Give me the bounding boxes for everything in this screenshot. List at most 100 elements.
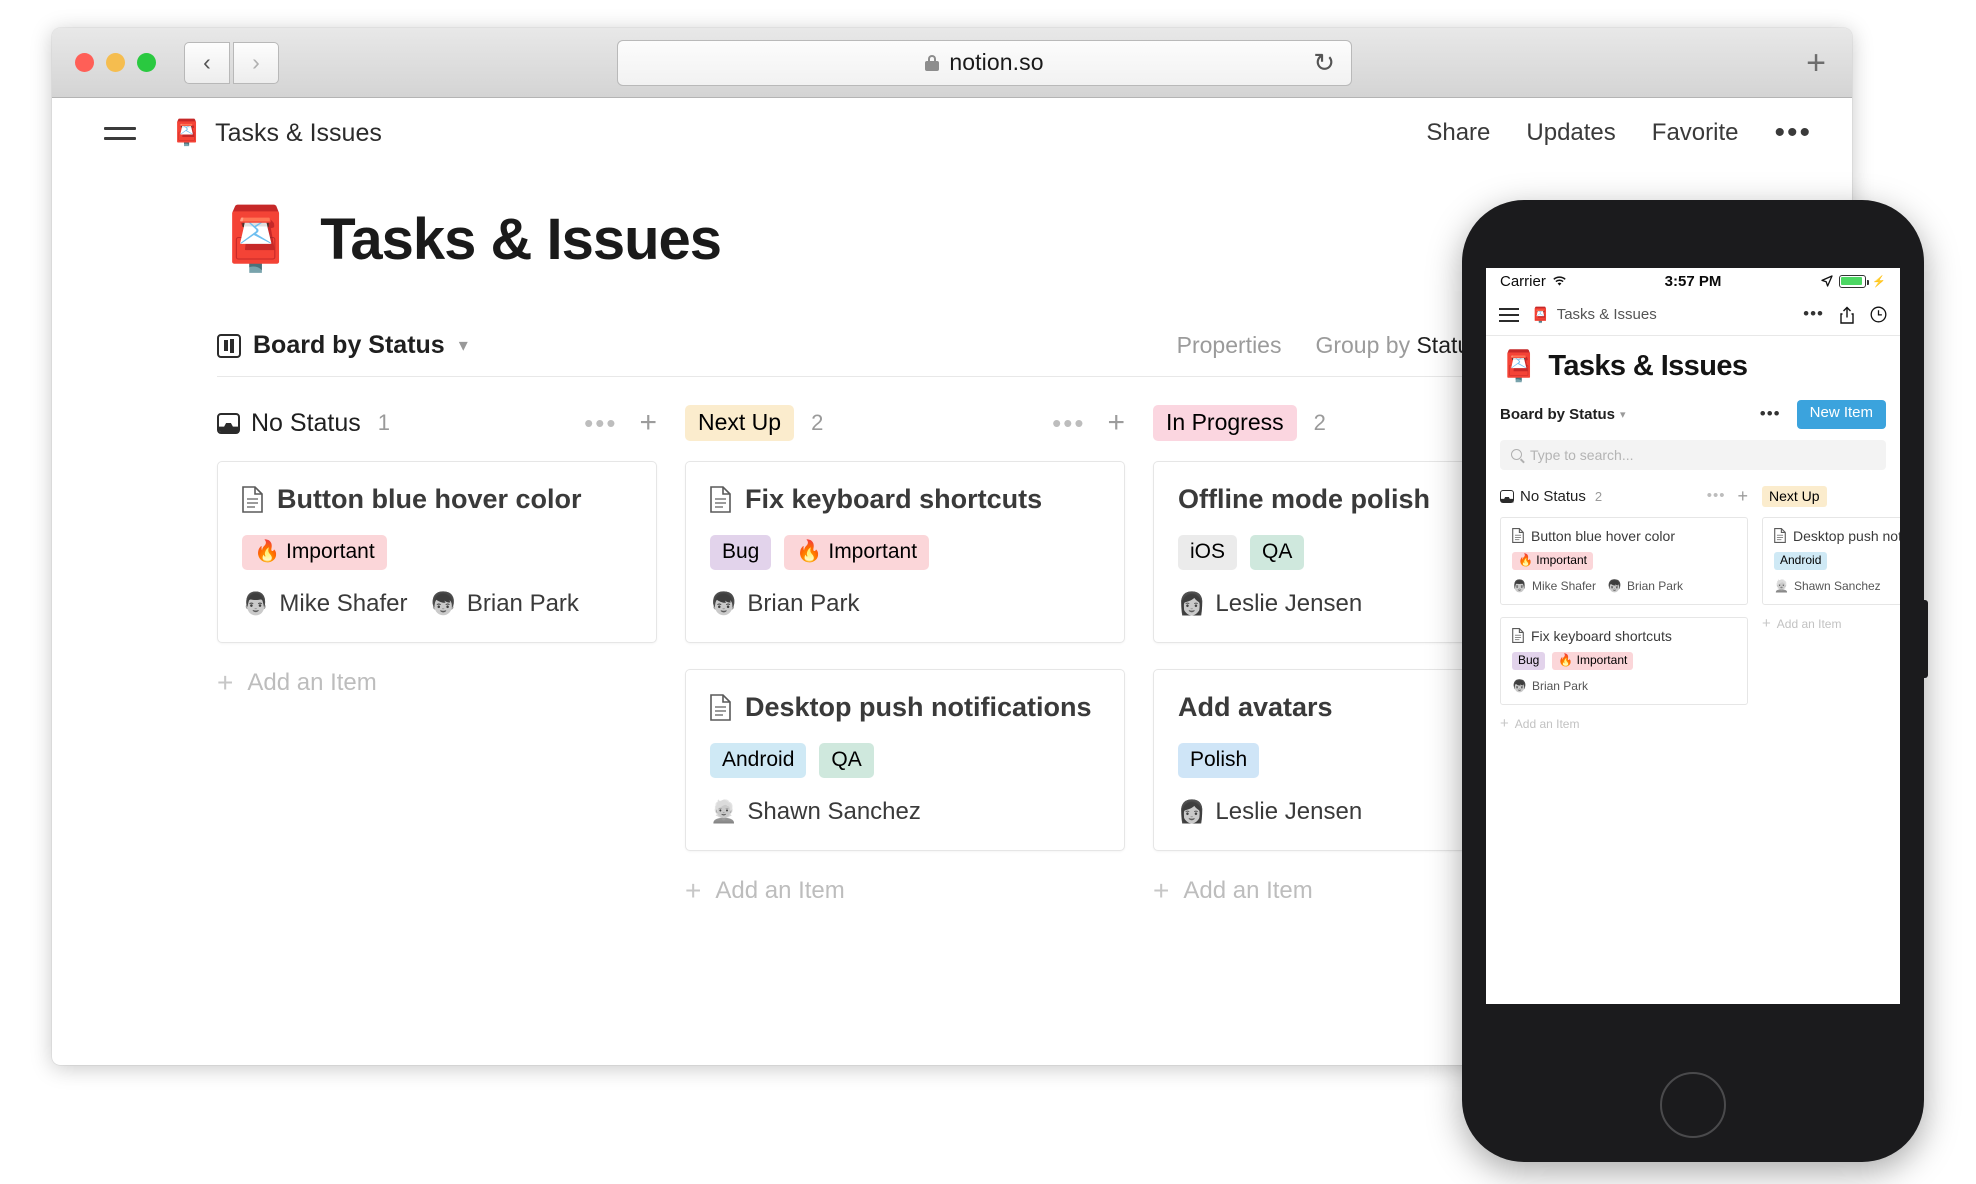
tag-important[interactable]: 🔥 Important [1552,651,1634,670]
plus-icon: + [685,874,702,906]
person-chip[interactable]: 👨 Mike Shafer [1512,579,1596,593]
column-more-icon[interactable]: ••• [584,410,617,436]
board-card[interactable]: Button blue hover color 🔥 Important 👨 Mi… [217,461,657,644]
tag-bug[interactable]: Bug [1512,651,1546,670]
person-chip[interactable]: 👩 Leslie Jensen [1178,798,1362,826]
column-count: 2 [811,410,824,435]
forward-button[interactable]: › [233,41,279,84]
avatar: 👦 [429,591,457,617]
breadcrumb-label: Tasks & Issues [1556,306,1657,323]
tag-qa[interactable]: QA [1250,535,1305,571]
board-card[interactable]: Fix keyboard shortcuts Bug 🔥 Important 👦… [685,461,1125,644]
document-icon [1512,528,1524,543]
close-window-button[interactable] [75,53,94,72]
phone-screen: Carrier 3:57 PM ⚡ 📮 Tasks & Issues ••• 📮… [1486,268,1900,1004]
tag-polish[interactable]: Polish [1178,743,1260,779]
card-tags: 🔥 Important [1512,551,1736,570]
tag-android[interactable]: Android [1774,551,1828,570]
board-card[interactable]: Desktop push notifications Android 👱 Sha… [1762,516,1900,605]
person-chip[interactable]: 👩 Leslie Jensen [1178,590,1362,618]
nav-buttons: ‹ › [184,41,279,84]
breadcrumb[interactable]: 📮 Tasks & Issues [171,119,382,148]
view-selector[interactable]: Board by Status ▾ [217,331,468,360]
search-input[interactable]: Type to search... [1500,439,1886,470]
phone-view-bar: Board by Status ▾ ••• New Item [1500,400,1886,429]
document-icon [242,486,263,513]
column-more-icon[interactable]: ••• [1052,410,1085,436]
add-item-button[interactable]: + Add an Item [1500,716,1748,731]
tag-qa[interactable]: QA [819,743,874,779]
page-title: Tasks & Issues [1548,350,1748,382]
column-title[interactable]: No Status [1520,488,1586,505]
home-button[interactable] [1660,1072,1726,1138]
search-icon [1511,449,1522,460]
new-item-button[interactable]: New Item [1796,400,1886,429]
avatar: 👦 [1606,578,1622,593]
person-chip[interactable]: 👱 Shawn Sanchez [710,798,921,826]
zoom-window-button[interactable] [137,53,156,72]
hamburger-icon[interactable] [1499,307,1519,322]
view-name-label[interactable]: Board by Status [1500,406,1615,423]
plus-icon: + [217,666,234,698]
board-card[interactable]: Fix keyboard shortcuts Bug 🔥 Important 👦… [1500,616,1748,705]
reload-icon[interactable]: ↻ [1313,47,1335,78]
tag-ios[interactable]: iOS [1178,535,1238,571]
add-item-button[interactable]: + Add an Item [217,666,657,698]
more-options-icon[interactable]: ••• [1803,306,1824,322]
person-chip[interactable]: 👨 Mike Shafer [242,590,407,618]
person-chip[interactable]: 👱 Shawn Sanchez [1774,579,1881,593]
tag-important[interactable]: 🔥 Important [784,535,930,571]
person-name: Brian Park [1531,678,1588,693]
column-more-icon[interactable]: ••• [1707,488,1726,502]
minimize-window-button[interactable] [106,53,125,72]
breadcrumb[interactable]: 📮 Tasks & Issues [1531,306,1657,324]
card-tags: Android QA [710,743,1100,779]
group-by-label: Group by [1315,332,1411,358]
column-add-icon[interactable]: + [639,408,657,438]
board-card[interactable]: Button blue hover color 🔥 Important 👨 Mi… [1500,516,1748,605]
share-button[interactable]: Share [1426,119,1490,147]
page-title[interactable]: Tasks & Issues [320,206,722,273]
status-badge[interactable]: Next Up [685,404,795,442]
person-chip[interactable]: 👦 Brian Park [1512,679,1588,693]
person-name: Shawn Sanchez [1793,578,1881,593]
card-people: 👨 Mike Shafer 👦 Brian Park [1512,579,1736,593]
tag-android[interactable]: Android [710,743,807,779]
tag-important[interactable]: 🔥 Important [242,535,387,571]
board-card[interactable]: Desktop push notifications Android QA 👱 … [685,669,1125,852]
card-title: Button blue hover color [1531,527,1675,544]
avatar: 👦 [1512,678,1527,693]
battery-icon [1839,274,1869,288]
status-badge[interactable]: In Progress [1153,404,1297,442]
add-item-button[interactable]: + Add an Item [1762,616,1900,631]
avatar: 👩 [1178,591,1206,617]
phone-page-content: 📮 Tasks & Issues Board by Status ▾ ••• N… [1486,336,1900,731]
hamburger-icon[interactable] [104,126,136,140]
person-chip[interactable]: 👦 Brian Park [429,590,578,618]
breadcrumb-label: Tasks & Issues [215,118,382,147]
person-name: Mike Shafer [279,590,408,618]
column-title[interactable]: No Status [251,409,361,438]
tag-important[interactable]: 🔥 Important [1512,551,1593,570]
add-item-button[interactable]: + Add an Item [685,874,1125,906]
document-icon [1512,628,1524,644]
url-text: notion.so [949,49,1044,75]
inbox-icon [1500,490,1514,503]
updates-button[interactable]: Updates [1526,119,1615,147]
tag-bug[interactable]: Bug [710,535,772,571]
more-options-icon[interactable]: ••• [1774,118,1812,148]
chevron-down-icon[interactable]: ▾ [1620,408,1626,421]
new-tab-button[interactable]: + [1806,46,1826,80]
view-more-icon[interactable]: ••• [1760,405,1781,421]
group-by-button[interactable]: Group by Status [1315,332,1481,359]
page-emoji-icon[interactable]: 📮 [217,208,294,271]
properties-button[interactable]: Properties [1177,332,1282,359]
person-chip[interactable]: 👦 Brian Park [1607,579,1683,593]
back-button[interactable]: ‹ [184,41,230,84]
address-bar[interactable]: notion.so ↻ [617,39,1352,86]
status-badge[interactable]: Next Up [1762,485,1827,508]
column-add-icon[interactable]: + [1107,408,1125,438]
favorite-button[interactable]: Favorite [1652,119,1739,147]
column-add-icon[interactable]: + [1737,487,1748,504]
person-chip[interactable]: 👦 Brian Park [710,590,859,618]
